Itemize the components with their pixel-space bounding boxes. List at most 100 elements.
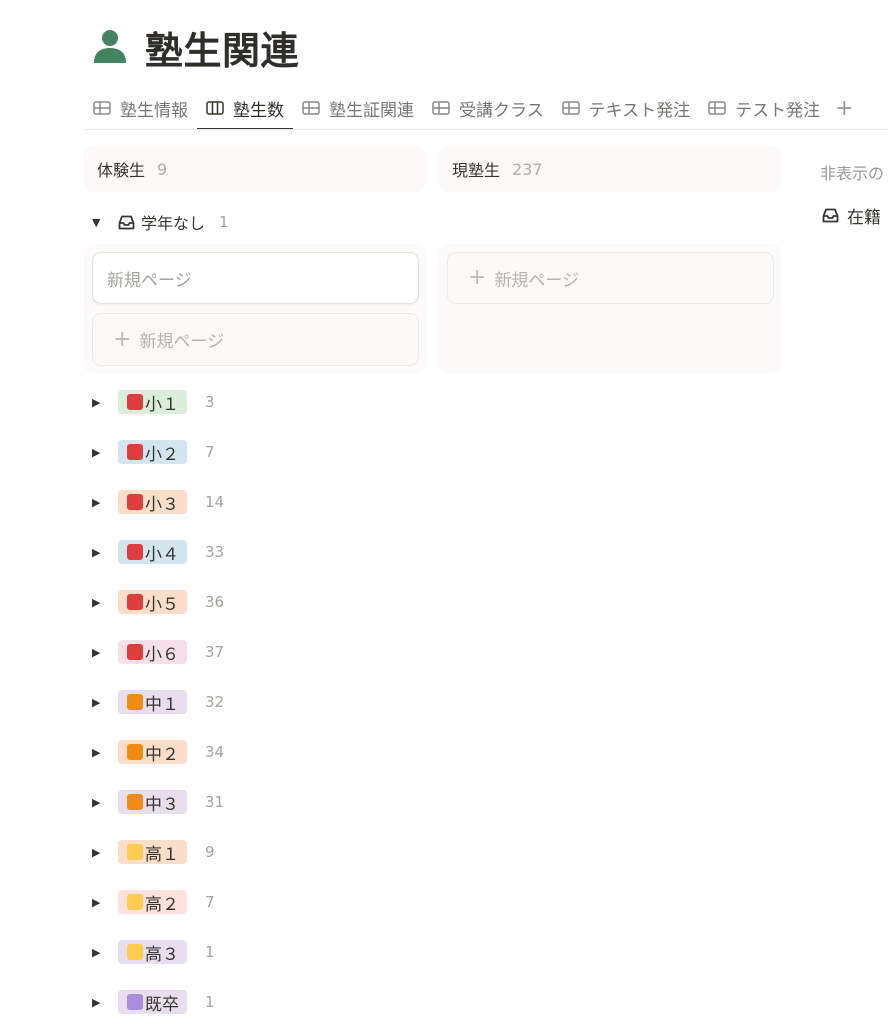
caret-right-icon[interactable]: ▶ [92,396,106,409]
column-name: 現塾生 [452,161,501,180]
grade-tag: 小５ [118,590,187,615]
group-header[interactable]: ▶ 小６ 37 [92,640,224,665]
group-count: 34 [205,743,225,761]
group-count: 31 [205,793,225,811]
caret-right-icon[interactable]: ▶ [92,996,106,1009]
group-count: 36 [205,593,225,611]
new-page-button[interactable]: + 新規ページ [92,313,419,366]
group-count: 1 [205,943,215,961]
group-header[interactable]: ▶ 高３ 1 [92,940,215,965]
page-title[interactable]: 塾生関連 [145,20,299,75]
caret-right-icon[interactable]: ▶ [92,646,106,659]
grade-label: 中１ [145,694,179,715]
caret-right-icon[interactable]: ▶ [92,696,106,709]
plus-icon: + [468,265,487,290]
caret-right-icon[interactable]: ▶ [92,546,106,559]
add-view-button[interactable]: + [829,88,853,128]
grade-label: 小６ [145,644,179,665]
grade-tag: 小２ [118,440,187,465]
board-icon [206,101,224,115]
grade-label: 小２ [145,444,179,465]
grade-label: 高３ [145,944,179,965]
tab-label: 塾生証関連 [329,100,414,121]
table-icon [93,101,111,115]
group-label: 学年なし [141,214,206,233]
tab-student-id[interactable]: 塾生証関連 [293,88,423,128]
group-count: 1 [205,993,215,1011]
group-header[interactable]: ▶ 高１ 9 [92,840,215,865]
group-header[interactable]: ▶ 中２ 34 [92,740,225,765]
group-header[interactable]: ▶ 小２ 7 [92,440,215,465]
group-header-no-grade[interactable]: ▼ 学年なし 1 [92,210,229,234]
square-icon [127,644,143,660]
grade-label: 中３ [145,794,179,815]
caret-down-icon[interactable]: ▼ [92,216,106,229]
new-page-label: 新規ページ [139,332,225,352]
table-icon [302,101,320,115]
card-new-page[interactable]: 新規ページ [92,252,419,304]
page: 塾生関連 塾生情報 塾生数 塾生証関連 受講クラス テキスト発注 テスト発注 + [0,0,888,1031]
inbox-icon [118,215,135,229]
caret-right-icon[interactable]: ▶ [92,496,106,509]
grade-label: 中２ [145,744,179,765]
square-icon [127,594,143,610]
grade-tag: 中２ [118,740,187,765]
grade-tag: 中１ [118,690,187,715]
tab-test-orders[interactable]: テスト発注 [699,88,829,128]
group-count: 33 [205,543,225,561]
hidden-column-item[interactable]: 在籍 [822,203,881,228]
caret-right-icon[interactable]: ▶ [92,896,106,909]
tab-label: 塾生数 [233,100,284,121]
square-icon [127,544,143,560]
table-icon [708,101,726,115]
square-icon [127,744,143,760]
column-header-current[interactable]: 現塾生 237 [439,146,781,192]
grade-tag: 既卒 [118,990,187,1015]
tab-juku-info[interactable]: 塾生情報 [84,88,197,128]
square-icon [127,844,143,860]
group-header[interactable]: ▶ 中１ 32 [92,690,224,715]
table-icon [432,101,450,115]
square-icon [127,494,143,510]
caret-right-icon[interactable]: ▶ [92,446,106,459]
caret-right-icon[interactable]: ▶ [92,846,106,859]
group-header[interactable]: ▶ 小３ 14 [92,490,224,515]
group-header[interactable]: ▶ 既卒 1 [92,990,215,1015]
square-icon [127,994,143,1010]
tab-text-orders[interactable]: テキスト発注 [553,88,700,128]
hidden-columns-label[interactable]: 非表示の [820,160,884,184]
group-header[interactable]: ▶ 高２ 7 [92,890,215,915]
column-count: 9 [157,159,168,179]
card-title: 新規ページ [107,270,192,291]
caret-right-icon[interactable]: ▶ [92,596,106,609]
caret-right-icon[interactable]: ▶ [92,796,106,809]
grade-tag: 小４ [118,540,187,565]
plus-icon: + [113,326,132,352]
group-count: 7 [205,893,215,911]
group-count: 3 [205,393,215,411]
group-count: 1 [219,213,229,231]
grade-label: 小４ [145,544,179,565]
column-header-trial[interactable]: 体験生 9 [84,146,426,192]
tab-classes[interactable]: 受講クラス [423,88,553,128]
group-header[interactable]: ▶ 小１ 3 [92,390,215,415]
page-header: 塾生関連 [94,20,299,75]
grade-tag: 小３ [118,490,187,515]
grade-label: 高２ [145,894,179,915]
caret-right-icon[interactable]: ▶ [92,746,106,759]
group-header[interactable]: ▶ 小５ 36 [92,590,225,615]
new-page-button[interactable]: + 新規ページ [447,252,774,304]
hidden-column-name: 在籍 [847,208,881,228]
caret-right-icon[interactable]: ▶ [92,946,106,959]
grade-tag: 高２ [118,890,187,915]
group-header[interactable]: ▶ 中３ 31 [92,790,225,815]
square-icon [127,794,143,810]
person-icon[interactable] [94,29,126,65]
group-header[interactable]: ▶ 小４ 33 [92,540,225,565]
grade-tag: 小６ [118,640,187,665]
grade-tag: 中３ [118,790,187,815]
grade-tag: 高１ [118,840,187,865]
group-count: 9 [205,843,215,861]
tab-student-count[interactable]: 塾生数 [197,88,293,130]
tab-label: 塾生情報 [120,100,188,121]
